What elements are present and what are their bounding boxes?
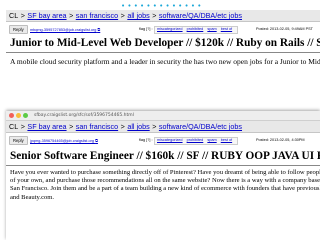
- posting-body: A mobile cloud security platform and a l…: [10, 57, 320, 66]
- flag-options: miscategorized prohibited spam best of: [154, 26, 239, 34]
- breadcrumb: CL > SF bay area > san francisco > all j…: [6, 121, 320, 133]
- breadcrumb-separator: >: [152, 11, 157, 20]
- flag-best-of-link[interactable]: best of: [221, 27, 232, 31]
- posting-body-line: of your own, and purchase those recommen…: [10, 177, 320, 185]
- posting-toolbar: Reply jpqmg-3596754465@job.craigslist.or…: [6, 136, 320, 145]
- breadcrumb-separator: >: [69, 122, 74, 131]
- breadcrumb-link-category[interactable]: software/QA/DBA/etc jobs: [159, 11, 242, 20]
- flag-label: flag [?] :: [139, 26, 153, 31]
- divider: [6, 165, 320, 166]
- breadcrumb-separator: >: [152, 122, 157, 131]
- breadcrumb-site[interactable]: CL: [9, 122, 18, 131]
- breadcrumb-link-category[interactable]: software/QA/DBA/etc jobs: [159, 122, 242, 131]
- reply-email-text: mbqmg-3595727853@job.craigslist.org: [30, 27, 97, 32]
- posting-title: Senior Software Engineer // $160k // SF …: [10, 150, 320, 162]
- window-zoom-icon[interactable]: [23, 113, 28, 118]
- breadcrumb-link-all-jobs[interactable]: all jobs: [127, 122, 149, 131]
- external-link-icon: ⧉: [95, 137, 98, 143]
- listing-window-1: CL > SF bay area > san francisco > all j…: [6, 10, 320, 96]
- breadcrumb-link-area[interactable]: SF bay area: [27, 122, 66, 131]
- reply-button[interactable]: Reply: [9, 136, 28, 145]
- reply-email-link[interactable]: jpqmg-3596754465@job.craigslist.org ⧉: [30, 138, 98, 143]
- breadcrumb-link-area[interactable]: SF bay area: [27, 11, 66, 20]
- breadcrumb-link-all-jobs[interactable]: all jobs: [127, 11, 149, 20]
- posting-body-line: and Beauty.com.: [10, 193, 55, 201]
- posted-date: Posted: 2013-02-05, 9:49AM PST: [256, 26, 313, 31]
- external-link-icon: ⧉: [97, 26, 101, 32]
- flag-prohibited-link[interactable]: prohibited: [187, 27, 204, 31]
- flag-prohibited-link[interactable]: prohibited: [187, 138, 204, 142]
- posted-date: Posted: 2013-02-05, 4:30PM: [256, 137, 305, 142]
- flag-miscategorized-link[interactable]: miscategorized: [157, 27, 183, 31]
- window-minimize-icon[interactable]: [16, 113, 21, 118]
- breadcrumb-link-city[interactable]: san francisco: [76, 122, 118, 131]
- breadcrumb-site[interactable]: CL: [9, 11, 18, 20]
- posting-title: Junior to Mid-Level Web Developer // $12…: [10, 37, 320, 49]
- address-bar[interactable]: sfbay.craigslist.org/sfc/sof/3596754465.…: [6, 111, 320, 121]
- reply-email-text: jpqmg-3596754465@job.craigslist.org: [30, 138, 95, 143]
- flag-options: miscategorized prohibited spam best of: [154, 137, 239, 145]
- flag-spam-link[interactable]: spam: [207, 27, 216, 31]
- posting-toolbar: Reply mbqmg-3595727853@job.craigslist.or…: [6, 25, 320, 34]
- flag-best-of-link[interactable]: best of: [221, 138, 232, 142]
- posting-body-line: Have you ever wanted to purchase somethi…: [10, 169, 320, 176]
- window-close-icon[interactable]: [9, 113, 14, 118]
- posting-body-line: San Francisco. Join them and be a part o…: [10, 185, 320, 193]
- breadcrumb-separator: >: [20, 122, 25, 131]
- decorative-dots: • • • • • • • • • • • • •: [121, 2, 202, 10]
- breadcrumb-separator: >: [20, 11, 25, 20]
- flag-label: flag [?] :: [139, 137, 153, 142]
- posting-body: Have you ever wanted to purchase somethi…: [6, 169, 320, 202]
- flag-spam-link[interactable]: spam: [207, 138, 216, 142]
- breadcrumb-link-city[interactable]: san francisco: [76, 11, 118, 20]
- breadcrumb-separator: >: [120, 122, 125, 131]
- reply-button[interactable]: Reply: [9, 25, 28, 34]
- flag-miscategorized-link[interactable]: miscategorized: [157, 138, 183, 142]
- breadcrumb-separator: >: [69, 11, 74, 20]
- divider: [6, 52, 320, 53]
- url-text: sfbay.craigslist.org/sfc/sof/3596754465.…: [34, 113, 134, 118]
- listing-window-2: sfbay.craigslist.org/sfc/sof/3596754465.…: [6, 111, 320, 240]
- reply-email-link[interactable]: mbqmg-3595727853@job.craigslist.org ⧉: [30, 27, 100, 32]
- breadcrumb-separator: >: [120, 11, 125, 20]
- breadcrumb: CL > SF bay area > san francisco > all j…: [6, 10, 320, 22]
